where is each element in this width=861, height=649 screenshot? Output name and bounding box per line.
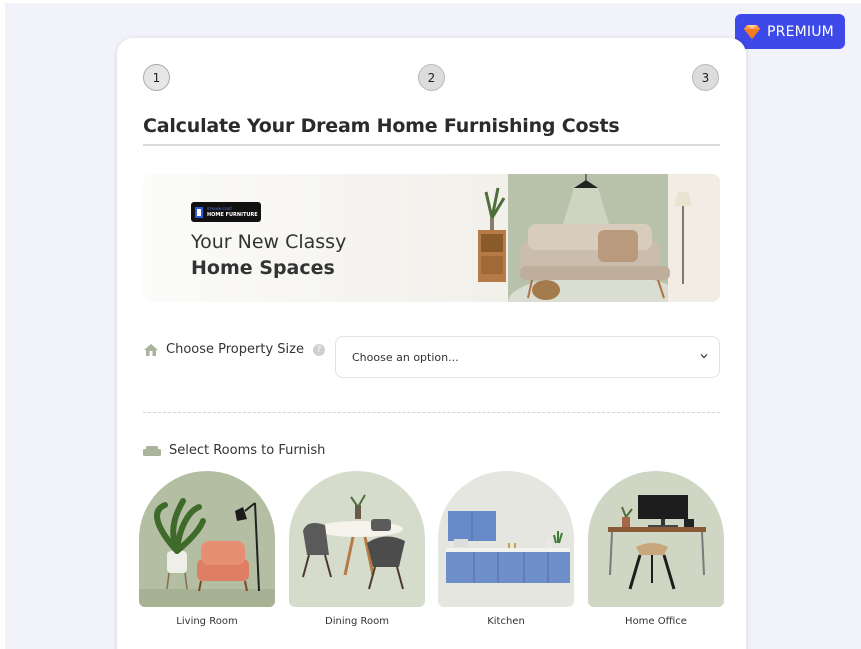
title-divider [143, 144, 720, 146]
room-card-dining-room[interactable] [289, 471, 425, 607]
room-card-kitchen[interactable] [438, 471, 574, 607]
living-room-image [139, 498, 275, 607]
step-3[interactable]: 3 [692, 64, 719, 91]
rooms-label: Select Rooms to Furnish [143, 443, 325, 458]
help-icon[interactable]: ? [312, 343, 325, 356]
badge-big-text: HOME FURNITURE [207, 212, 258, 218]
property-size-select[interactable]: Choose an option... [335, 336, 720, 378]
chevron-down-icon [700, 354, 708, 359]
banner-headline-2: Home Spaces [191, 257, 335, 279]
step-1[interactable]: 1 [143, 64, 170, 91]
banner-headline-1: Your New Classy [191, 231, 347, 253]
calculator-card: 1 2 3 Calculate Your Dream Home Furnishi… [117, 38, 746, 649]
section-divider [143, 412, 720, 413]
brand-badge: STYLISH COST HOME FURNITURE [191, 202, 261, 222]
home-icon [144, 343, 158, 356]
property-size-text: Choose Property Size [166, 342, 304, 357]
left-strip [0, 0, 5, 649]
step-2[interactable]: 2 [418, 64, 445, 91]
kitchen-image [446, 511, 570, 583]
gem-icon [743, 24, 761, 40]
promo-banner: STYLISH COST HOME FURNITURE Your New Cla… [143, 174, 720, 302]
room-label-kitchen: Kitchen [487, 616, 525, 627]
premium-label: PREMIUM [767, 23, 834, 40]
property-size-label: Choose Property Size ? [143, 342, 325, 357]
brand-logo-icon [195, 206, 203, 218]
rooms-label-text: Select Rooms to Furnish [169, 443, 326, 458]
room-label-living-room: Living Room [176, 616, 238, 627]
premium-button[interactable]: PREMIUM [735, 14, 845, 49]
sofa-scene-image [478, 174, 720, 302]
dining-room-image [302, 494, 405, 590]
page-title: Calculate Your Dream Home Furnishing Cos… [143, 115, 620, 137]
top-strip [0, 0, 861, 3]
sofa-icon [143, 445, 161, 456]
room-label-home-office: Home Office [625, 616, 687, 627]
room-label-dining-room: Dining Room [325, 616, 389, 627]
room-card-home-office[interactable] [588, 471, 724, 607]
home-office-image [608, 495, 706, 590]
room-card-living-room[interactable] [139, 471, 275, 607]
select-placeholder: Choose an option... [352, 350, 459, 364]
